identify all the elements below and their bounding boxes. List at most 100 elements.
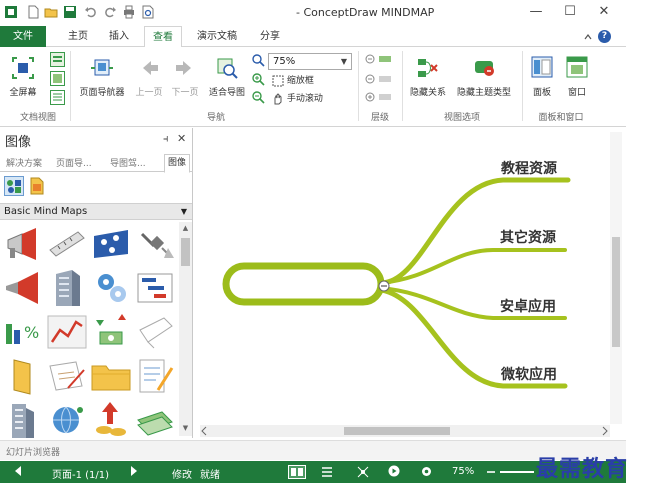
help-icon[interactable]: ? bbox=[598, 30, 611, 43]
image-file-icon[interactable] bbox=[27, 176, 47, 196]
zoom-in-icon[interactable] bbox=[252, 73, 265, 86]
canvas-hscrollbar[interactable] bbox=[200, 425, 610, 437]
coins-arrow-icon[interactable] bbox=[90, 400, 132, 440]
level-3-icon[interactable] bbox=[364, 91, 394, 103]
library-select[interactable]: Basic Mind Maps ▼ bbox=[0, 203, 192, 220]
panel-scroll-thumb[interactable] bbox=[181, 238, 190, 266]
ptab-solutions[interactable]: 解决方案 bbox=[6, 156, 42, 169]
page-navigator-button[interactable]: 页面导航器 bbox=[76, 57, 128, 98]
money-arrows-icon[interactable] bbox=[90, 312, 132, 352]
page-navigator-label: 页面导航器 bbox=[79, 88, 125, 98]
tab-share[interactable]: 分享 bbox=[254, 26, 286, 47]
open-folder-icon[interactable] bbox=[44, 5, 58, 19]
satellite-icon[interactable] bbox=[134, 224, 176, 264]
zoom-box-button[interactable]: 缩放框 bbox=[272, 73, 314, 87]
print-preview-icon[interactable] bbox=[141, 5, 155, 19]
canvas-hscroll-thumb[interactable] bbox=[344, 427, 450, 435]
paper-icon[interactable] bbox=[134, 312, 176, 352]
document-pen-icon[interactable] bbox=[46, 356, 88, 396]
ribbon-collapse-icon[interactable] bbox=[584, 33, 592, 41]
canvas-vscrollbar[interactable] bbox=[610, 132, 622, 424]
tab-view[interactable]: 查看 bbox=[144, 26, 182, 48]
panel-close-icon[interactable]: ✕ bbox=[177, 132, 186, 145]
settings-gear-icon[interactable] bbox=[420, 465, 433, 478]
tab-insert[interactable]: 插入 bbox=[103, 26, 135, 47]
scroll-left-icon[interactable] bbox=[200, 426, 208, 436]
scroll-down-icon[interactable]: ▼ bbox=[179, 424, 192, 432]
zoom-out-status-icon[interactable] bbox=[484, 465, 498, 479]
image-library-icon[interactable] bbox=[4, 176, 24, 196]
hide-relations-button[interactable]: 隐藏关系 bbox=[406, 57, 450, 98]
slide-browser-label: 幻灯片浏览器 bbox=[6, 448, 61, 458]
folder-side-icon[interactable] bbox=[2, 356, 44, 396]
hand-scroll-button[interactable]: 手动滚动 bbox=[272, 91, 323, 105]
gears-monitor-icon[interactable] bbox=[90, 268, 132, 308]
zoom-custom-icon[interactable] bbox=[252, 54, 265, 67]
view-mode-3-icon[interactable] bbox=[50, 90, 65, 105]
tab-file[interactable]: 文件 bbox=[0, 26, 46, 47]
notepad-pencil-icon[interactable] bbox=[134, 356, 176, 396]
tab-home[interactable]: 主页 bbox=[62, 26, 94, 47]
skyscraper-icon[interactable] bbox=[2, 400, 44, 440]
prev-page-button[interactable]: 上一页 bbox=[132, 57, 166, 98]
mindmap-view-icon[interactable] bbox=[356, 465, 370, 479]
level-2-icon[interactable] bbox=[364, 73, 394, 85]
next-page-button[interactable]: 下一页 bbox=[168, 57, 202, 98]
next-page-status-icon[interactable] bbox=[128, 465, 140, 477]
scroll-up-icon[interactable]: ▲ bbox=[179, 224, 192, 232]
tab-presentation[interactable]: 演示文稿 bbox=[192, 26, 242, 47]
branch-topic-1[interactable]: 教程资源 bbox=[501, 158, 557, 178]
view-mode-1-icon[interactable] bbox=[50, 52, 65, 67]
pin-icon[interactable]: ⫞ bbox=[163, 132, 169, 146]
view-layout-icon[interactable] bbox=[288, 465, 306, 479]
ptab-page-nav[interactable]: 页面导... bbox=[56, 156, 92, 169]
folder-icon[interactable] bbox=[90, 356, 132, 396]
fullscreen-button[interactable]: 全屏幕 bbox=[6, 57, 40, 98]
percent-chart-icon[interactable]: % bbox=[2, 312, 44, 352]
hide-topic-types-button[interactable]: 隐藏主题类型 bbox=[452, 57, 516, 98]
fit-map-button[interactable]: 适合导图 bbox=[206, 57, 248, 98]
level-1-icon[interactable] bbox=[364, 53, 394, 65]
office-building-icon[interactable] bbox=[46, 268, 88, 308]
panel-button[interactable]: 面板 bbox=[528, 55, 556, 98]
minimize-button[interactable]: — bbox=[528, 4, 544, 20]
branch-topic-4[interactable]: 微软应用 bbox=[501, 364, 557, 384]
panel-scrollbar[interactable]: ▲ ▼ bbox=[179, 222, 192, 436]
central-topic[interactable] bbox=[222, 262, 385, 306]
branch-topic-3[interactable]: 安卓应用 bbox=[500, 296, 556, 316]
network-board-icon[interactable] bbox=[90, 224, 132, 264]
red-megaphone-icon[interactable] bbox=[2, 268, 44, 308]
line-chart-icon[interactable] bbox=[46, 312, 88, 352]
images-panel: 图像 ⫞ ✕ 解决方案 页面导... 导图驾... 图像 Basic Mind … bbox=[0, 128, 193, 438]
play-icon[interactable] bbox=[388, 465, 400, 477]
scroll-right-icon[interactable] bbox=[601, 426, 609, 436]
canvas-vscroll-thumb[interactable] bbox=[612, 237, 620, 347]
map-canvas[interactable]: 教程资源 其它资源 安卓应用 微软应用 bbox=[193, 128, 626, 438]
outline-view-icon[interactable] bbox=[320, 465, 334, 479]
ruler-icon[interactable] bbox=[46, 224, 88, 264]
redo-icon[interactable] bbox=[103, 5, 117, 19]
window-button[interactable]: 窗口 bbox=[562, 55, 592, 98]
ribbon-view: 全屏幕 文档视图 页面导航器 上一页 下一页 适合导图 75% ▼ 缩放框 手动… bbox=[0, 47, 626, 127]
zoom-out-icon[interactable] bbox=[252, 91, 265, 104]
new-document-icon[interactable] bbox=[26, 5, 40, 19]
view-mode-2-icon[interactable] bbox=[50, 71, 65, 86]
globe-network-icon[interactable] bbox=[46, 400, 88, 440]
ptab-images[interactable]: 图像 bbox=[164, 154, 191, 173]
prev-page-status-icon[interactable] bbox=[12, 465, 24, 477]
zoom-value: 75% bbox=[273, 56, 296, 67]
maximize-button[interactable]: ☐ bbox=[562, 4, 578, 20]
branch-topic-2[interactable]: 其它资源 bbox=[500, 227, 556, 247]
slide-browser-bar[interactable]: 幻灯片浏览器 bbox=[0, 440, 626, 460]
ribbon-separator bbox=[358, 51, 359, 121]
megaphone-icon[interactable] bbox=[2, 224, 44, 264]
money-stack-icon[interactable] bbox=[134, 400, 176, 440]
ptab-map-nav[interactable]: 导图驾... bbox=[110, 156, 146, 169]
undo-icon[interactable] bbox=[84, 5, 98, 19]
zoom-select[interactable]: 75% ▼ bbox=[268, 53, 352, 70]
print-icon[interactable] bbox=[122, 5, 136, 19]
close-button[interactable]: ✕ bbox=[596, 4, 612, 20]
gantt-chart-icon[interactable] bbox=[134, 268, 176, 308]
zoom-slider[interactable] bbox=[500, 471, 534, 473]
save-icon[interactable] bbox=[63, 5, 77, 19]
